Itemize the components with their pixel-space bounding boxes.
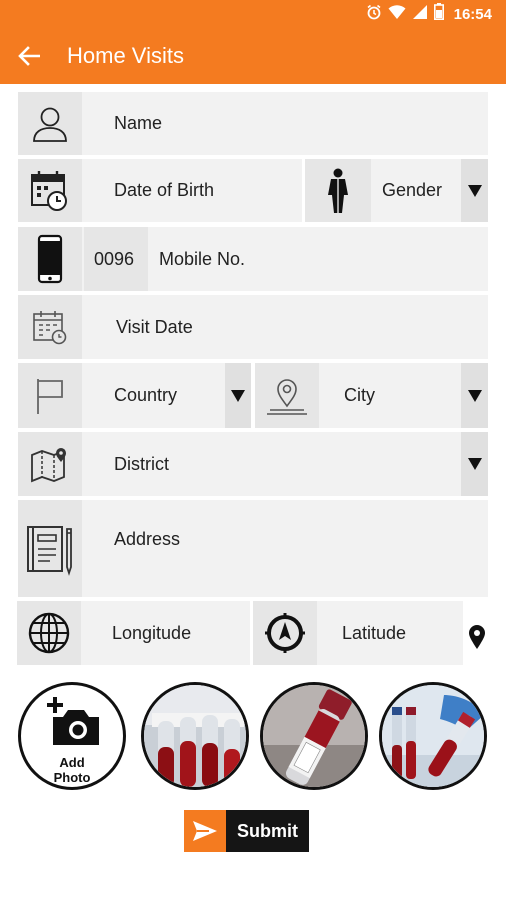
photo-thumbnail-blood-tubes[interactable] bbox=[141, 682, 249, 790]
add-photo-label-1: Add bbox=[59, 755, 85, 770]
dob-placeholder: Date of Birth bbox=[114, 180, 215, 200]
flag-icon bbox=[18, 363, 82, 428]
name-placeholder: Name bbox=[114, 113, 163, 133]
battery-icon bbox=[433, 3, 444, 25]
add-photo-button[interactable]: Add Photo bbox=[18, 682, 126, 790]
mobile-placeholder: Mobile No. bbox=[159, 249, 246, 269]
add-camera-icon bbox=[43, 695, 103, 752]
longitude-field[interactable]: Longitude bbox=[17, 601, 250, 665]
page-title: Home Visits bbox=[67, 43, 184, 68]
district-dropdown-arrow-icon[interactable] bbox=[461, 432, 488, 496]
phone-icon bbox=[18, 227, 82, 291]
wifi-icon bbox=[388, 4, 406, 25]
city-select[interactable]: City bbox=[255, 363, 488, 428]
blood-sample-image bbox=[382, 685, 484, 787]
submit-button[interactable]: Submit bbox=[184, 810, 309, 852]
name-field[interactable]: Name bbox=[18, 92, 488, 155]
latitude-field[interactable]: Latitude bbox=[253, 601, 463, 665]
photo-thumbnail-blood-vial[interactable] bbox=[260, 682, 368, 790]
city-label: City bbox=[344, 385, 375, 405]
status-bar: 16:54 bbox=[0, 0, 506, 28]
gender-icon bbox=[305, 159, 371, 222]
date-of-birth-field[interactable]: Date of Birth bbox=[18, 159, 302, 222]
back-arrow-icon[interactable] bbox=[14, 42, 44, 70]
country-label: Country bbox=[114, 385, 178, 405]
district-label: District bbox=[114, 454, 169, 474]
district-select[interactable]: District bbox=[18, 432, 488, 496]
alarm-icon bbox=[366, 4, 382, 25]
status-icons: 16:54 bbox=[366, 3, 492, 25]
notebook-pencil-icon bbox=[18, 500, 82, 597]
signal-icon bbox=[412, 4, 428, 25]
visit-date-placeholder: Visit Date bbox=[116, 317, 193, 337]
calendar-icon bbox=[18, 295, 82, 359]
location-map-icon bbox=[255, 363, 319, 428]
compass-icon bbox=[253, 601, 317, 665]
country-code-box: 0096 bbox=[84, 227, 148, 291]
person-icon bbox=[18, 92, 82, 155]
city-dropdown-arrow-icon[interactable] bbox=[461, 363, 488, 428]
latitude-placeholder: Latitude bbox=[342, 623, 407, 643]
globe-icon bbox=[17, 601, 81, 665]
visit-date-field[interactable]: Visit Date bbox=[18, 295, 488, 359]
location-pin-icon[interactable] bbox=[465, 621, 489, 653]
photo-thumbnail-blood-sample[interactable] bbox=[379, 682, 487, 790]
send-arrow-icon bbox=[184, 810, 226, 852]
status-time: 16:54 bbox=[453, 5, 492, 23]
address-field[interactable]: Address bbox=[18, 500, 488, 597]
country-dropdown-arrow-icon[interactable] bbox=[225, 363, 251, 428]
app-bar: Home Visits bbox=[0, 28, 506, 84]
address-placeholder: Address bbox=[114, 529, 181, 549]
longitude-placeholder: Longitude bbox=[112, 623, 192, 643]
mobile-field[interactable]: 0096 Mobile No. bbox=[18, 227, 488, 291]
blood-vial-image bbox=[263, 685, 365, 787]
blood-tubes-image bbox=[144, 685, 246, 787]
mobile-prefix: 0096 bbox=[94, 249, 135, 269]
gender-dropdown-arrow-icon[interactable] bbox=[461, 159, 488, 222]
gender-select[interactable]: Gender bbox=[305, 159, 488, 222]
country-select[interactable]: Country bbox=[18, 363, 251, 428]
calendar-clock-icon bbox=[18, 159, 82, 222]
gender-label: Gender bbox=[382, 180, 443, 200]
submit-label: Submit bbox=[226, 810, 309, 852]
add-photo-label-2: Photo bbox=[53, 770, 91, 785]
map-pin-icon bbox=[18, 432, 82, 496]
